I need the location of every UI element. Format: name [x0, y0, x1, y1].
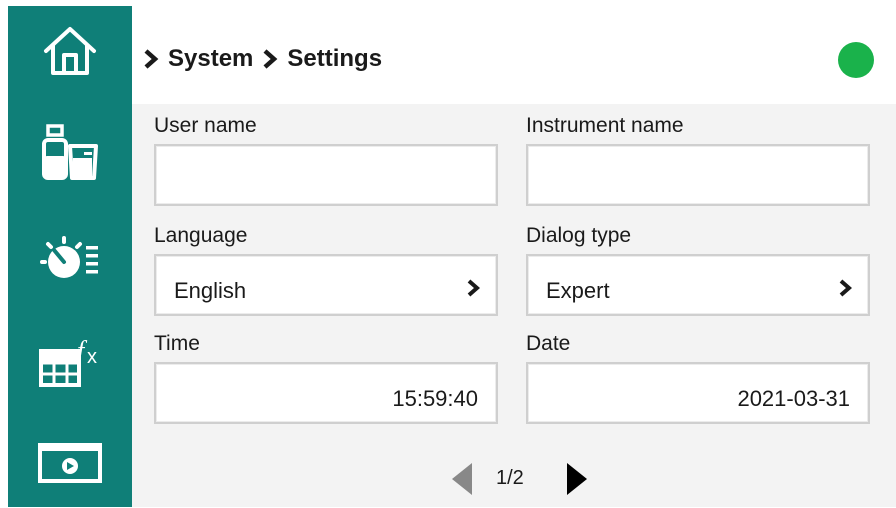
breadcrumb: System Settings	[142, 44, 390, 74]
user-name-field[interactable]	[154, 144, 498, 206]
chevron-right-icon	[467, 279, 480, 297]
page-indicator: 1/2	[496, 467, 524, 489]
language-label: Language	[154, 224, 248, 247]
sidebar: f x	[8, 6, 132, 507]
breadcrumb-item-system[interactable]: System	[168, 45, 253, 73]
home-icon	[44, 27, 96, 75]
date-label: Date	[526, 332, 571, 355]
breadcrumb-item-settings: Settings	[287, 45, 383, 72]
time-label: Time	[154, 332, 200, 355]
svg-text:x: x	[87, 346, 97, 368]
nav-media-button[interactable]	[8, 418, 132, 508]
video-screen-icon	[38, 443, 102, 483]
status-indicator	[838, 42, 874, 78]
date-field[interactable]: 2021-03-31	[526, 362, 870, 424]
previous-page-icon[interactable]	[450, 461, 474, 497]
dialog-type-select[interactable]: Expert	[526, 254, 870, 316]
user-name-label: User name	[154, 114, 257, 137]
settings-form: User name Instrument name Language Engli…	[132, 104, 896, 507]
date-value: 2021-03-31	[737, 386, 850, 411]
header: System Settings	[132, 6, 896, 104]
next-page-icon[interactable]	[565, 461, 589, 497]
pager: 1/2	[132, 459, 896, 499]
chevron-right-icon	[839, 279, 852, 297]
process-timer-icon	[40, 236, 98, 278]
nav-methods-button[interactable]: f x	[8, 316, 132, 406]
language-value: English	[174, 278, 247, 303]
language-select[interactable]: English	[154, 254, 498, 316]
time-value: 15:59:40	[392, 386, 478, 411]
instrument-name-label: Instrument name	[526, 114, 684, 137]
chevron-right-icon	[144, 49, 159, 69]
instrument-name-field[interactable]	[526, 144, 870, 206]
nav-process-button[interactable]	[8, 214, 132, 304]
sample-bottles-icon	[42, 124, 98, 180]
dialog-type-value: Expert	[546, 278, 610, 303]
time-field[interactable]: 15:59:40	[154, 362, 498, 424]
dialog-type-label: Dialog type	[526, 224, 632, 247]
chevron-right-icon	[263, 49, 278, 69]
nav-samples-button[interactable]	[8, 108, 132, 198]
nav-home-button[interactable]	[8, 6, 132, 96]
table-formula-icon: f x	[39, 336, 97, 387]
